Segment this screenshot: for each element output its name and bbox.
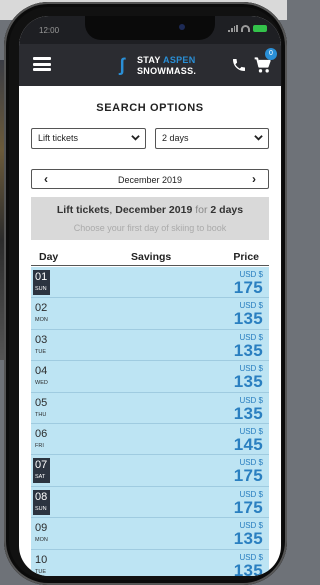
stay-aspen-snowmass-logo[interactable]: ʃ STAY ASPEN SNOWMASS. [119, 50, 199, 80]
day-row[interactable]: 03 TUE USD $135 [31, 329, 269, 362]
day-row[interactable]: 02 MON USD $135 [31, 298, 269, 330]
wifi-icon [241, 25, 250, 32]
camera-icon [179, 24, 185, 30]
column-header-day: Day [39, 251, 59, 263]
day-weekday: TUE [35, 348, 46, 355]
battery-icon [253, 25, 267, 32]
day-row[interactable]: 01 SUN USD $175 [31, 267, 269, 299]
cellular-signal-icon [228, 25, 238, 32]
day-row[interactable]: 06 FRI USD $145 [31, 423, 269, 456]
price-value: 175 [233, 497, 263, 517]
day-row[interactable]: 04 WED USD $135 [31, 361, 269, 393]
day-weekday: TUE [35, 568, 46, 575]
logo-line-2: SNOWMASS. [137, 66, 197, 76]
day-number: 09 [35, 522, 48, 535]
search-options-heading: SEARCH OPTIONS [96, 102, 204, 114]
phone-call-icon[interactable] [231, 57, 247, 73]
day-number: 07 [35, 459, 48, 472]
day-row[interactable]: 08 SUN USD $175 [31, 486, 269, 519]
phone-notch [85, 16, 215, 40]
day-number: 10 [35, 553, 48, 566]
day-badge: 03 TUE [33, 333, 50, 358]
price-value: 135 [233, 372, 263, 392]
day-badge: 01 SUN [33, 270, 50, 295]
price-value: 135 [233, 309, 263, 329]
summary-instruction: Choose your first day of skiing to book [73, 223, 227, 233]
day-number: 03 [35, 333, 48, 346]
duration-select-value: 2 days [162, 133, 189, 143]
day-weekday: WED [35, 380, 48, 387]
day-weekday: MON [35, 537, 48, 544]
price-value: 135 [233, 560, 263, 576]
day-price-list: 01 SUN USD $175 02 MON USD $135 03 TUE USD $135 0… [31, 267, 269, 576]
day-number: 08 [35, 490, 48, 503]
column-header-price: Price [233, 251, 259, 263]
day-weekday: SUN [35, 286, 47, 292]
day-badge: 10 TUE [33, 553, 50, 576]
phone-frame: 12:00 ʃ STAY ASPEN SNOWMASS. 0 SEARCH OP… [4, 2, 287, 585]
day-badge: 09 MON [33, 521, 50, 546]
month-navigator: ‹ December 2019 › [31, 169, 269, 189]
day-badge: 08 SUN [33, 489, 50, 515]
day-weekday: FRI [35, 442, 44, 449]
duration-select[interactable]: 2 days [155, 128, 269, 149]
day-weekday: MON [35, 317, 48, 324]
phone-screen: 12:00 ʃ STAY ASPEN SNOWMASS. 0 SEARCH OP… [19, 16, 281, 576]
status-icons [228, 25, 267, 32]
price-value: 135 [233, 529, 263, 549]
day-row[interactable]: 09 MON USD $135 [31, 518, 269, 550]
chevron-down-icon [254, 135, 263, 141]
status-time: 12:00 [39, 26, 60, 35]
day-badge: 06 FRI [33, 427, 50, 452]
day-weekday: THU [35, 411, 47, 418]
day-badge: 02 MON [33, 301, 50, 326]
product-select[interactable]: Lift tickets [31, 128, 146, 149]
day-row[interactable]: 07 SAT USD $175 [31, 455, 269, 487]
column-header-savings: Savings [131, 251, 172, 263]
summary-line: Lift tickets, December 2019 for 2 days [56, 204, 244, 216]
day-number: 06 [35, 427, 48, 440]
site-header: ʃ STAY ASPEN SNOWMASS. 0 [19, 44, 281, 86]
price-value: 135 [233, 340, 263, 360]
price-value: 175 [233, 466, 263, 486]
day-number: 04 [35, 365, 48, 378]
cart-count-badge: 0 [265, 48, 277, 60]
price-value: 145 [233, 434, 263, 454]
day-badge: 07 SAT [33, 458, 50, 484]
next-month-icon[interactable]: › [252, 172, 256, 186]
table-header: Day Savings Price [31, 248, 269, 266]
day-badge: 04 WED [33, 364, 50, 389]
price-value: 175 [233, 278, 263, 297]
day-badge: 05 THU [33, 396, 50, 421]
month-label: December 2019 [117, 175, 183, 185]
selection-summary: Lift tickets, December 2019 for 2 days C… [31, 197, 269, 240]
price-value: 135 [233, 403, 263, 423]
day-number: 02 [35, 302, 48, 315]
logo-line-1: STAY ASPEN [137, 55, 196, 65]
day-number: 01 [35, 271, 48, 283]
menu-icon[interactable] [33, 57, 51, 71]
day-weekday: SUN [35, 505, 47, 512]
product-select-value: Lift tickets [38, 133, 79, 143]
day-row[interactable]: 05 THU USD $135 [31, 392, 269, 424]
day-row[interactable]: 10 TUE USD $135 [31, 549, 269, 576]
day-number: 05 [35, 396, 48, 409]
chevron-down-icon [131, 135, 140, 141]
logo-mark-icon: ʃ [119, 55, 125, 75]
day-weekday: SAT [35, 474, 46, 481]
